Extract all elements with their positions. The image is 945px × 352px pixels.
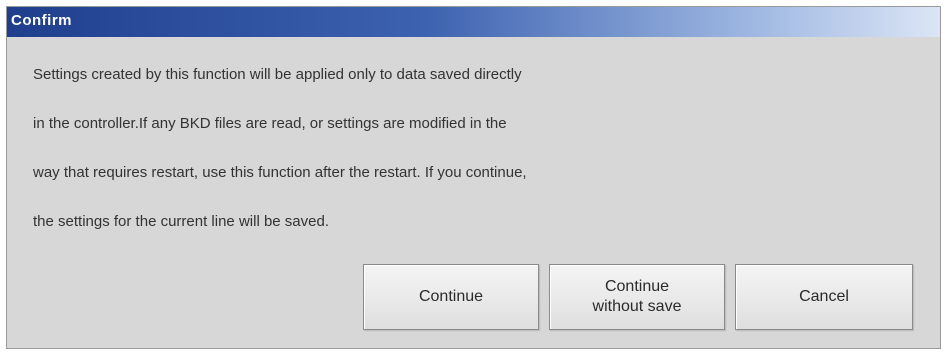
message-line: way that requires restart, use this func… bbox=[33, 164, 527, 181]
dialog-message: Settings created by this function will b… bbox=[33, 65, 913, 261]
message-line: the settings for the current line will b… bbox=[33, 213, 329, 230]
confirm-dialog: Confirm Settings created by this functio… bbox=[6, 6, 941, 349]
message-line: in the controller.If any BKD files are r… bbox=[33, 115, 507, 132]
message-line: Settings created by this function will b… bbox=[33, 66, 522, 83]
cancel-button-label: Cancel bbox=[799, 288, 849, 305]
cancel-button[interactable]: Cancel bbox=[735, 264, 913, 330]
dialog-title: Confirm bbox=[11, 12, 72, 29]
continue-without-save-button-label: Continue without save bbox=[592, 278, 682, 315]
continue-button-label: Continue bbox=[418, 288, 484, 305]
continue-button[interactable]: Continue bbox=[363, 264, 539, 330]
continue-without-save-button[interactable]: Continue without save bbox=[549, 264, 725, 330]
dialog-titlebar[interactable]: Confirm bbox=[7, 7, 940, 37]
